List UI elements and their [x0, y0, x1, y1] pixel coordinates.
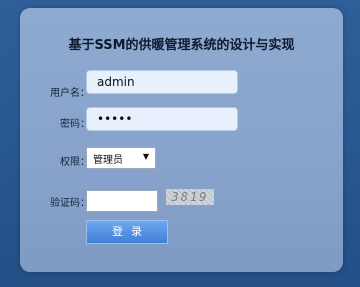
username-label: 用户名： [50, 88, 90, 99]
role-select[interactable]: 管理员 ▼ [86, 147, 156, 169]
password-label: 密码： [60, 119, 90, 130]
role-select-value: 管理员 [93, 154, 123, 166]
captcha-image[interactable]: 3819 [166, 189, 214, 205]
page-title: 基于SSM的供暖管理系统的设计与实现 [68, 38, 295, 53]
chevron-down-icon: ▼ [142, 152, 149, 161]
password-field[interactable]: ••••• [86, 107, 238, 131]
login-button[interactable]: 登录 [86, 220, 168, 244]
login-panel: 基于SSM的供暖管理系统的设计与实现 用户名： admin 密码： ••••• … [20, 8, 343, 272]
role-label: 权限： [60, 157, 90, 168]
captcha-field[interactable] [86, 190, 158, 212]
captcha-label: 验证码： [50, 198, 90, 209]
username-field[interactable]: admin [86, 70, 238, 94]
